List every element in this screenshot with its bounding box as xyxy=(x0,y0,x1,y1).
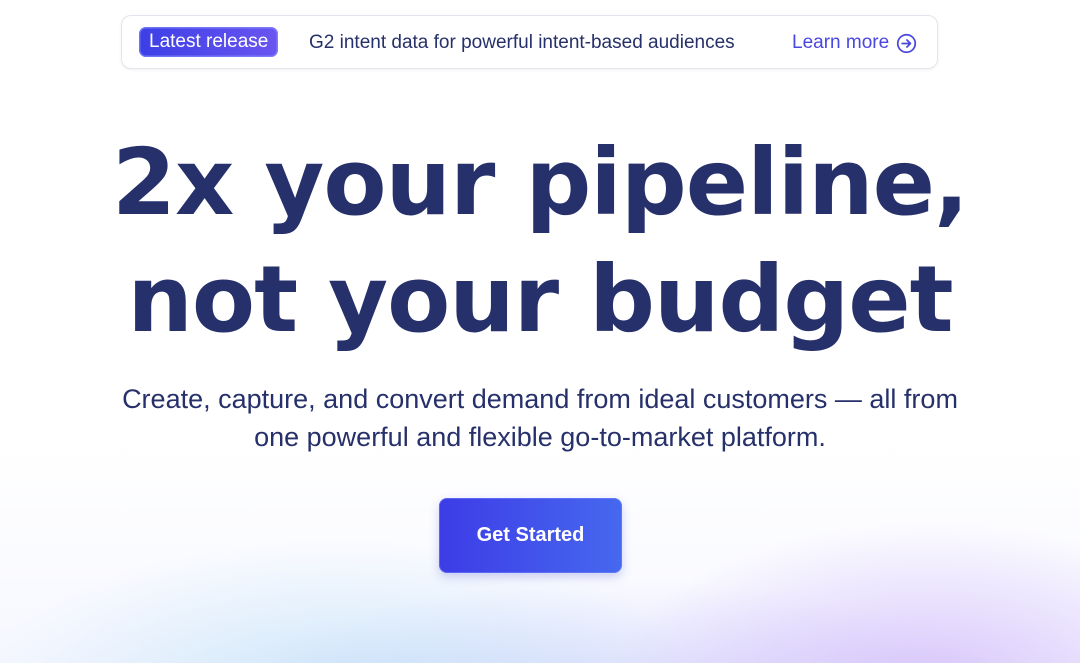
arrow-right-circle-icon xyxy=(897,33,917,53)
learn-more-label: Learn more xyxy=(792,32,890,53)
headline-line-2: not your budget xyxy=(127,246,953,353)
hero-headline: 2x your pipeline, not your budget xyxy=(0,124,1080,358)
get-started-button[interactable]: Get Started xyxy=(439,498,622,573)
subtitle-line-2: one powerful and flexible go-to-market p… xyxy=(254,422,826,452)
hero-subtitle: Create, capture, and convert demand from… xyxy=(60,380,1020,456)
latest-release-badge: Latest release xyxy=(139,27,279,57)
headline-line-1: 2x your pipeline, xyxy=(111,129,969,236)
subtitle-line-1: Create, capture, and convert demand from… xyxy=(122,384,958,414)
learn-more-link[interactable]: Learn more xyxy=(792,30,917,56)
announcement-text: G2 intent data for powerful intent-based… xyxy=(309,32,735,53)
announcement-banner[interactable]: Latest release G2 intent data for powerf… xyxy=(121,15,938,69)
